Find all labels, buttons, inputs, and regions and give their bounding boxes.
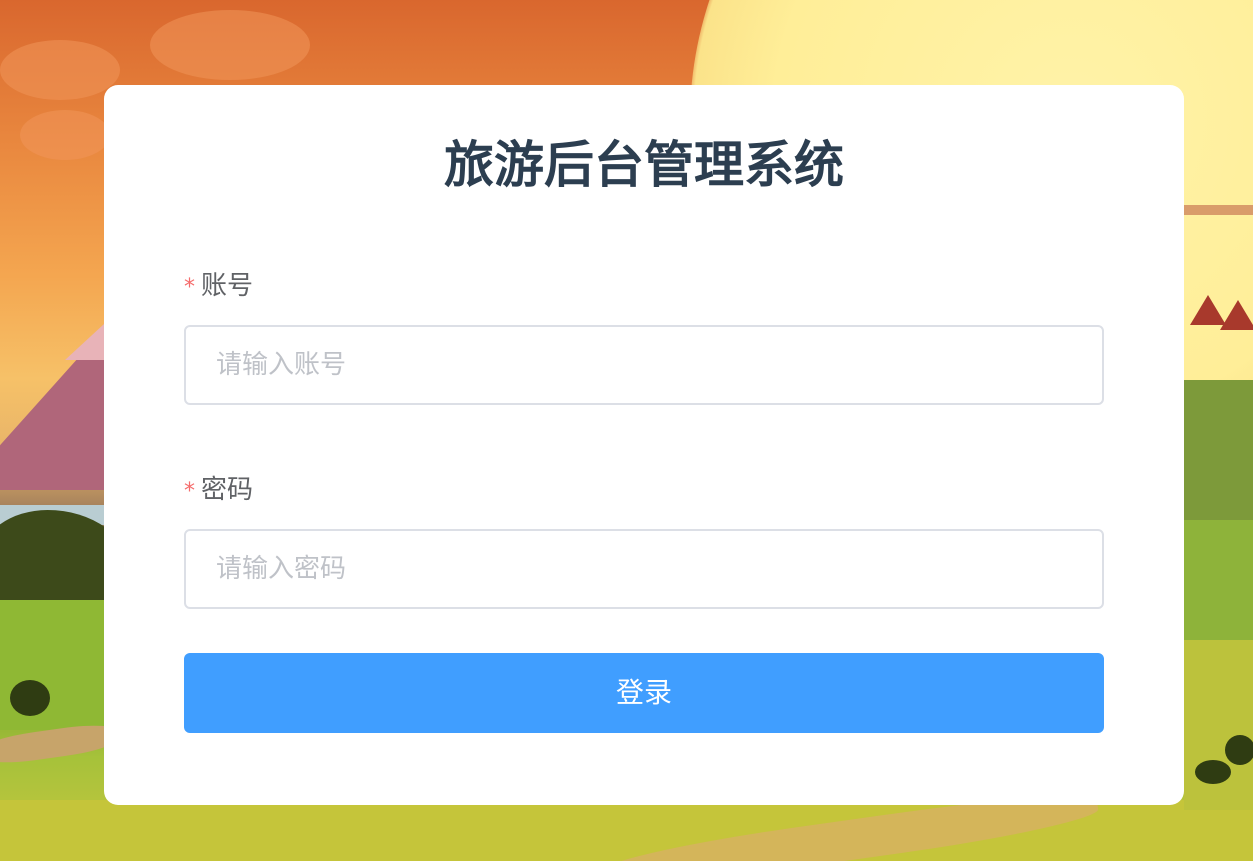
background-haze: [1180, 205, 1253, 215]
background-cloud: [0, 40, 120, 100]
password-label: * 密码: [184, 472, 253, 510]
password-label-text: 密码: [201, 475, 254, 505]
login-button[interactable]: 登录: [184, 653, 1104, 733]
account-input[interactable]: [186, 327, 1102, 403]
background-tree: [1225, 735, 1253, 765]
background-cloud: [150, 10, 310, 80]
account-field: [184, 325, 1104, 405]
required-mark: *: [184, 275, 195, 300]
password-field: [184, 529, 1104, 609]
account-label-text: 账号: [201, 271, 254, 301]
password-input[interactable]: [186, 531, 1102, 607]
background-cloud: [20, 110, 110, 160]
login-card: 旅游后台管理系统 *账号 *密码 登录: [104, 85, 1184, 805]
background-tree: [1195, 760, 1231, 784]
background-field: [1184, 380, 1253, 520]
background-field: [1184, 520, 1253, 650]
page-title: 旅游后台管理系统: [444, 136, 844, 194]
background-house-roof: [1220, 300, 1253, 330]
background-field: [1184, 640, 1253, 810]
account-label: * 账号: [184, 268, 253, 306]
required-mark: *: [184, 479, 195, 504]
background-tree: [10, 680, 50, 716]
